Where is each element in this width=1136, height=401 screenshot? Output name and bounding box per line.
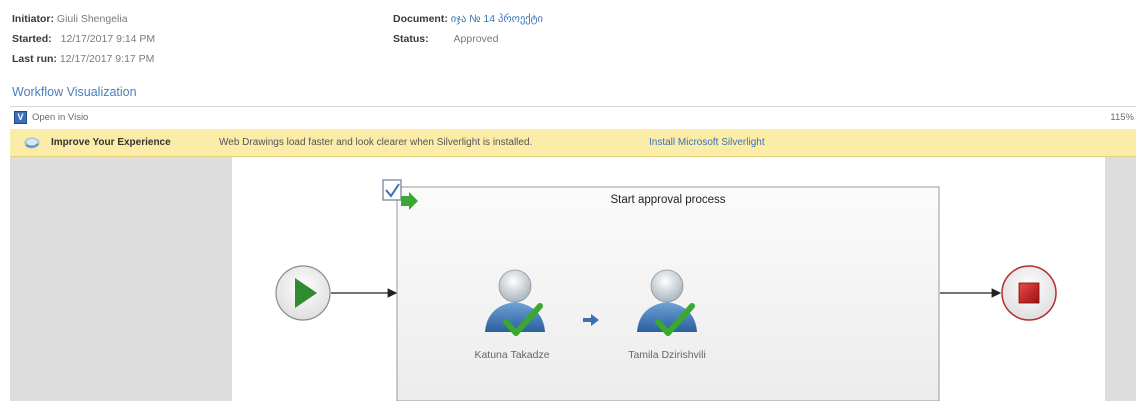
workflow-diagram: Start approval process Katuna Takadze Ta bbox=[275, 179, 1057, 401]
approver-name-1: Katuna Takadze bbox=[474, 349, 549, 361]
start-node[interactable] bbox=[275, 265, 331, 321]
stage-title: Start approval process bbox=[610, 194, 725, 206]
stop-icon bbox=[1018, 282, 1040, 304]
end-node[interactable] bbox=[1001, 265, 1057, 321]
approver-name-2: Tamila Dzirishvili bbox=[628, 349, 706, 361]
